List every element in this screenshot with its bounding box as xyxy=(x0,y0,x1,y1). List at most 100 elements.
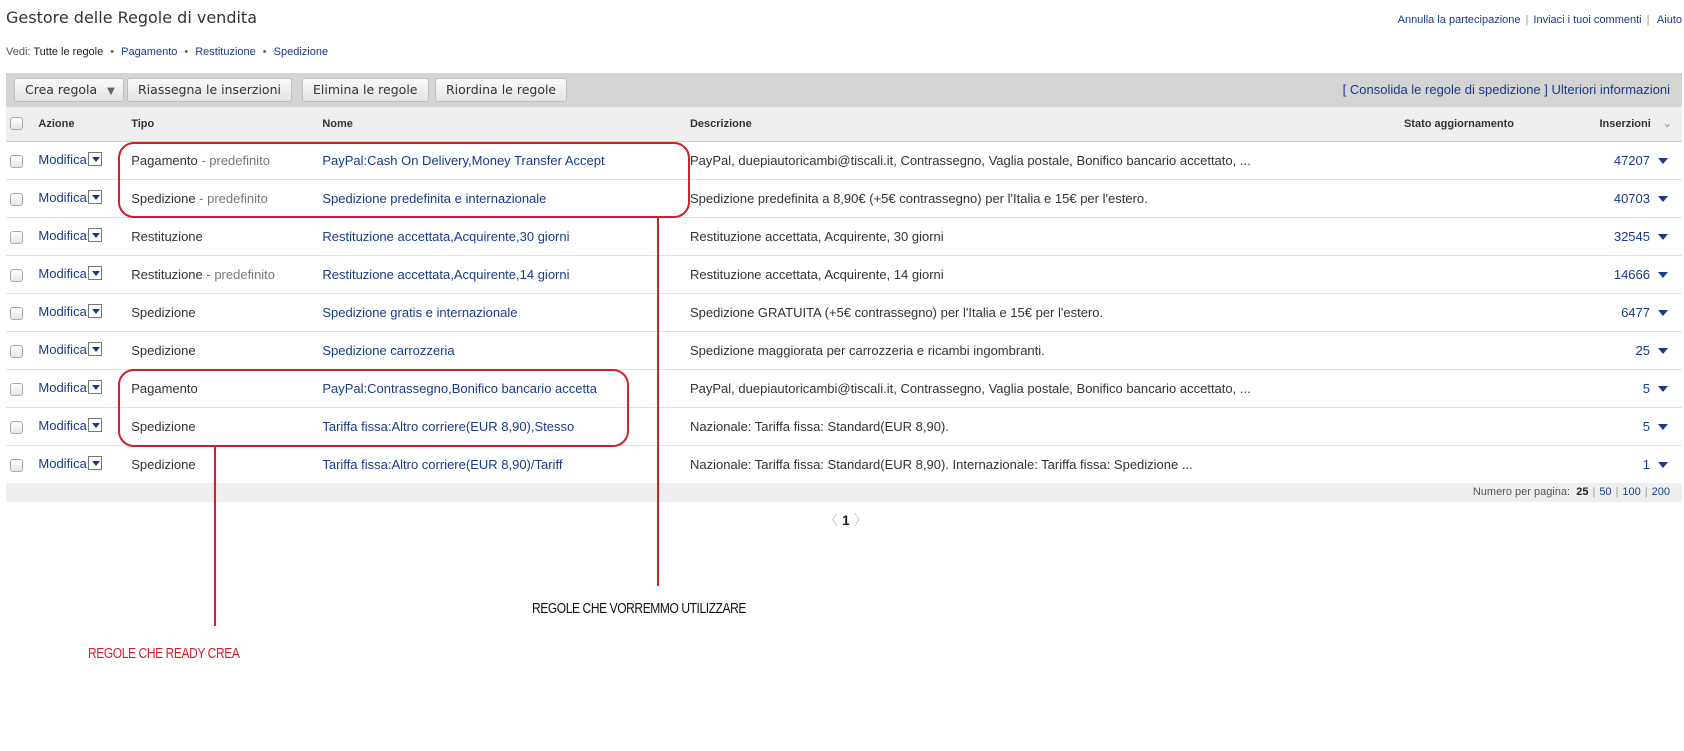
edit-link[interactable]: Modifica xyxy=(38,380,86,395)
view-filter: Vedi: Tutte le regole • Pagamento • Restituz… xyxy=(6,46,329,58)
annotation-box-wanted xyxy=(118,142,690,218)
rule-type: Restituzione - predefinito xyxy=(131,255,323,294)
row-checkbox[interactable] xyxy=(10,268,23,282)
table-row: Modifica Spedizione Spedizione carrozzer… xyxy=(6,331,1682,370)
table-footer: Numero per pagina: 25 | 50 | 100 | 200 xyxy=(6,483,1682,502)
filter-payment[interactable]: Pagamento xyxy=(121,46,177,58)
table-row: Modifica Spedizione Spedizione gratis e … xyxy=(6,293,1682,332)
feedback-link[interactable]: Inviaci i tuoi commenti xyxy=(1533,14,1641,26)
page-title: Gestore delle Regole di vendita xyxy=(6,8,257,27)
edit-link[interactable]: Modifica xyxy=(38,266,86,281)
rule-description: Restituzione accettata, Acquirente, 30 g… xyxy=(689,217,1404,256)
update-status xyxy=(1403,179,1600,218)
row-checkbox[interactable] xyxy=(10,420,23,434)
update-status xyxy=(1403,141,1600,180)
filter-shipping[interactable]: Spedizione xyxy=(274,46,328,58)
col-name: Nome xyxy=(322,107,690,142)
listings-count-link[interactable]: 1 xyxy=(1643,457,1650,472)
rule-name-link[interactable]: Restituzione accettata,Acquirente,14 gio… xyxy=(322,267,569,282)
update-status xyxy=(1403,407,1600,446)
row-checkbox[interactable] xyxy=(10,382,23,396)
per-page-current: 25 xyxy=(1576,486,1589,498)
consolidate-shipping-link[interactable]: [ Consolida le regole di spedizione ] xyxy=(1343,82,1548,97)
rule-description: Nazionale: Tariffa fissa: Standard(EUR 8… xyxy=(689,407,1404,446)
row-checkbox[interactable] xyxy=(10,306,23,320)
filter-returns[interactable]: Restituzione xyxy=(195,46,256,58)
opt-out-link[interactable]: Annulla la partecipazione xyxy=(1398,14,1521,26)
listings-count-link[interactable]: 14666 xyxy=(1614,267,1650,282)
table-row: Modifica Restituzione Restituzione accet… xyxy=(6,217,1682,256)
per-page-200[interactable]: 200 xyxy=(1652,486,1670,498)
listings-count-link[interactable]: 32545 xyxy=(1614,229,1650,244)
annotation-box-ready xyxy=(118,369,629,447)
rule-name-link[interactable]: Restituzione accettata,Acquirente,30 gio… xyxy=(322,229,569,244)
caret-down-icon[interactable] xyxy=(1658,386,1668,393)
row-checkbox[interactable] xyxy=(10,192,23,206)
rule-type: Spedizione xyxy=(131,293,323,332)
delete-rules-button[interactable]: Elimina le regole xyxy=(302,78,429,102)
update-status xyxy=(1403,217,1600,256)
pagination: 〈 1 〉 xyxy=(820,510,872,530)
prev-page-icon[interactable]: 〈 xyxy=(824,512,838,528)
col-type: Tipo xyxy=(131,107,323,142)
caret-down-icon[interactable] xyxy=(1658,158,1668,165)
create-rule-button[interactable]: Crea regola ▼ xyxy=(14,78,124,102)
dropdown-icon[interactable] xyxy=(87,341,102,356)
reassign-listings-button[interactable]: Riassegna le inserzioni xyxy=(127,78,292,102)
listings-count-link[interactable]: 47207 xyxy=(1614,153,1650,168)
update-status xyxy=(1403,445,1600,484)
dropdown-icon[interactable] xyxy=(87,417,102,432)
table-row: Modifica Spedizione Tariffa fissa:Altro … xyxy=(6,445,1682,484)
listings-count-link[interactable]: 6477 xyxy=(1621,305,1650,320)
edit-link[interactable]: Modifica xyxy=(38,228,86,243)
listings-count-link[interactable]: 5 xyxy=(1643,419,1650,434)
update-status xyxy=(1403,331,1600,370)
rule-name-link[interactable]: Tariffa fissa:Altro corriere(EUR 8,90)/T… xyxy=(322,457,562,472)
dropdown-icon[interactable] xyxy=(87,227,102,242)
help-link[interactable]: Aiuto xyxy=(1657,14,1682,26)
select-all-checkbox[interactable] xyxy=(10,117,23,131)
caret-down-icon[interactable] xyxy=(1658,310,1668,317)
update-status xyxy=(1403,293,1600,332)
rule-name-link[interactable]: Spedizione gratis e internazionale xyxy=(322,305,517,320)
per-page-50[interactable]: 50 xyxy=(1599,486,1611,498)
listings-count-link[interactable]: 25 xyxy=(1636,343,1650,358)
annotation-line-ready xyxy=(214,447,216,626)
row-checkbox[interactable] xyxy=(10,230,23,244)
edit-link[interactable]: Modifica xyxy=(38,456,86,471)
rule-type: Restituzione xyxy=(131,217,323,256)
edit-link[interactable]: Modifica xyxy=(38,342,86,357)
dropdown-icon[interactable] xyxy=(87,379,102,394)
row-checkbox[interactable] xyxy=(10,458,23,472)
dropdown-icon[interactable] xyxy=(87,151,102,166)
listings-count-link[interactable]: 40703 xyxy=(1614,191,1650,206)
per-page-100[interactable]: 100 xyxy=(1622,486,1640,498)
listings-count-link[interactable]: 5 xyxy=(1643,381,1650,396)
rule-description: Nazionale: Tariffa fissa: Standard(EUR 8… xyxy=(689,445,1404,484)
caret-down-icon[interactable] xyxy=(1658,348,1668,355)
update-status xyxy=(1403,369,1600,408)
top-links: Annulla la partecipazione | Inviaci i tuoi… xyxy=(1397,14,1682,26)
caret-down-icon[interactable] xyxy=(1658,424,1668,431)
row-checkbox[interactable] xyxy=(10,344,23,358)
dropdown-icon[interactable] xyxy=(87,455,102,470)
caret-down-icon[interactable] xyxy=(1658,196,1668,203)
edit-link[interactable]: Modifica xyxy=(38,418,86,433)
dropdown-icon[interactable] xyxy=(87,303,102,318)
caret-down-icon[interactable] xyxy=(1658,462,1668,469)
reorder-rules-button[interactable]: Riordina le regole xyxy=(435,78,568,102)
col-listings[interactable]: Inserzioni ⌄ xyxy=(1599,107,1682,142)
edit-link[interactable]: Modifica xyxy=(38,152,86,167)
caret-down-icon[interactable] xyxy=(1658,272,1668,279)
annotation-wanted: REGOLE CHE VORREMMO UTILIZZARE xyxy=(532,600,747,617)
dropdown-icon[interactable] xyxy=(87,189,102,204)
edit-link[interactable]: Modifica xyxy=(38,304,86,319)
update-status xyxy=(1403,255,1600,294)
edit-link[interactable]: Modifica xyxy=(38,190,86,205)
dropdown-icon[interactable] xyxy=(87,265,102,280)
next-page-icon[interactable]: 〉 xyxy=(854,512,868,528)
more-info-link[interactable]: Ulteriori informazioni xyxy=(1552,82,1670,97)
row-checkbox[interactable] xyxy=(10,154,23,168)
caret-down-icon[interactable] xyxy=(1658,234,1668,241)
rule-name-link[interactable]: Spedizione carrozzeria xyxy=(322,343,454,358)
